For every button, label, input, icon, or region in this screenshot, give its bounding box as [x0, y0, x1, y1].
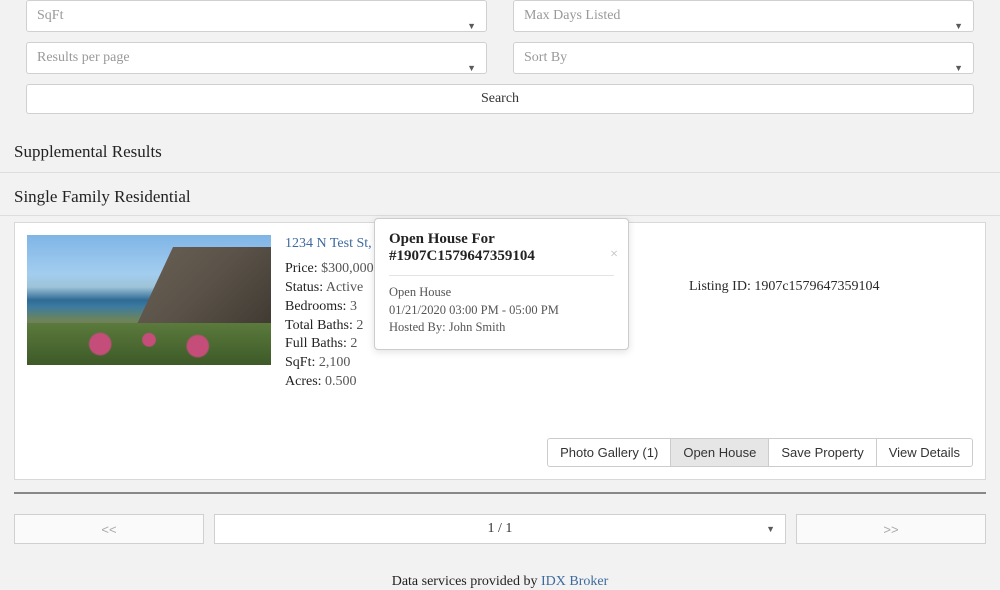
pager-prev-button[interactable]: <<: [14, 514, 204, 544]
pager-next-button[interactable]: >>: [796, 514, 986, 544]
pager: << 1 / 1 >>: [14, 514, 986, 544]
photo-gallery-button[interactable]: Photo Gallery (1): [547, 438, 671, 467]
view-details-button[interactable]: View Details: [876, 438, 973, 467]
section-category: Single Family Residential: [0, 173, 1000, 216]
footer: Data services provided by IDX Broker: [0, 574, 1000, 590]
listing-actions: Photo Gallery (1) Open House Save Proper…: [27, 438, 973, 467]
search-button[interactable]: Search: [26, 84, 974, 114]
filter-results-per-page[interactable]: Results per page: [26, 42, 487, 74]
idx-broker-link[interactable]: IDX Broker: [541, 574, 608, 589]
divider: [14, 492, 986, 494]
close-icon[interactable]: ×: [610, 247, 618, 263]
detail-row: Acres: 0.500: [285, 373, 515, 392]
popover-title: Open House For #1907C1579647359104: [389, 231, 614, 276]
open-house-button[interactable]: Open House: [670, 438, 769, 467]
detail-row: SqFt: 2,100: [285, 354, 515, 373]
section-supplemental: Supplemental Results: [0, 126, 1000, 173]
save-property-button[interactable]: Save Property: [768, 438, 876, 467]
filter-max-days[interactable]: Max Days Listed: [513, 0, 974, 32]
pager-page-select[interactable]: 1 / 1: [214, 514, 786, 544]
popover-body: Open House 01/21/2020 03:00 PM - 05:00 P…: [389, 284, 614, 337]
open-house-popover: × Open House For #1907C1579647359104 Ope…: [374, 218, 629, 350]
listing-image[interactable]: [27, 235, 271, 365]
filter-sort-by[interactable]: Sort By: [513, 42, 974, 74]
filter-sqft[interactable]: SqFt: [26, 0, 487, 32]
